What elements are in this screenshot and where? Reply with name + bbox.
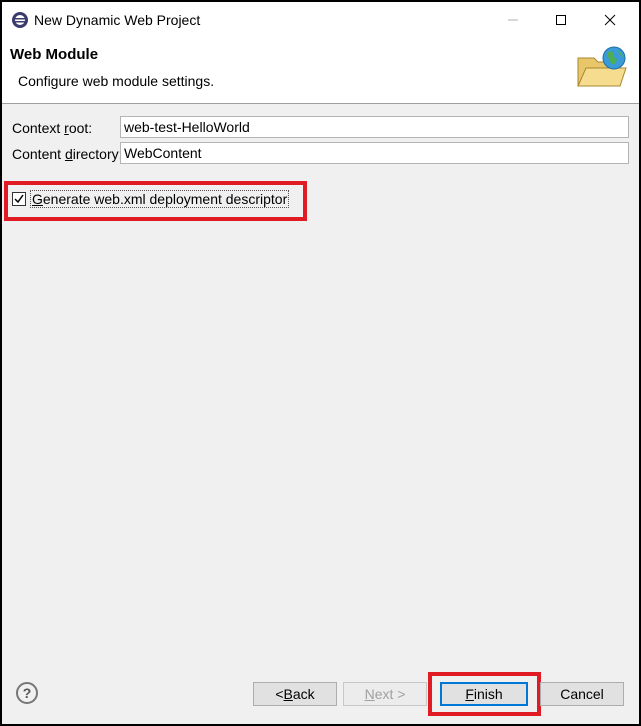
title-bar: New Dynamic Web Project — [2, 2, 639, 38]
wizard-banner: Web Module Configure web module settings… — [2, 38, 639, 104]
help-icon: ? — [22, 685, 32, 701]
context-root-label: Context root: — [12, 120, 93, 136]
window-title: New Dynamic Web Project — [34, 12, 201, 28]
close-button[interactable] — [587, 2, 633, 38]
context-root-input[interactable] — [120, 116, 629, 138]
dialog-window: New Dynamic Web Project Web Module Confi… — [2, 2, 639, 724]
checkbox-highlight-box — [4, 181, 307, 221]
cancel-button[interactable]: Cancel — [540, 682, 624, 706]
page-title: Web Module — [10, 46, 99, 63]
next-button[interactable]: Next > — [343, 682, 427, 706]
eclipse-icon — [12, 12, 28, 28]
finish-button[interactable]: Finish — [440, 682, 528, 706]
help-button[interactable]: ? — [16, 682, 38, 704]
folder-globe-icon — [577, 46, 627, 87]
content-directory-label: Content directory: — [12, 146, 123, 162]
close-icon — [604, 14, 616, 26]
content-directory-input[interactable] — [120, 142, 629, 164]
back-button[interactable]: < Back — [253, 682, 337, 706]
minimize-button[interactable] — [490, 2, 536, 38]
maximize-button[interactable] — [538, 2, 584, 38]
maximize-icon — [556, 15, 566, 25]
page-description: Configure web module settings. — [18, 73, 215, 89]
minimize-icon — [508, 19, 518, 21]
